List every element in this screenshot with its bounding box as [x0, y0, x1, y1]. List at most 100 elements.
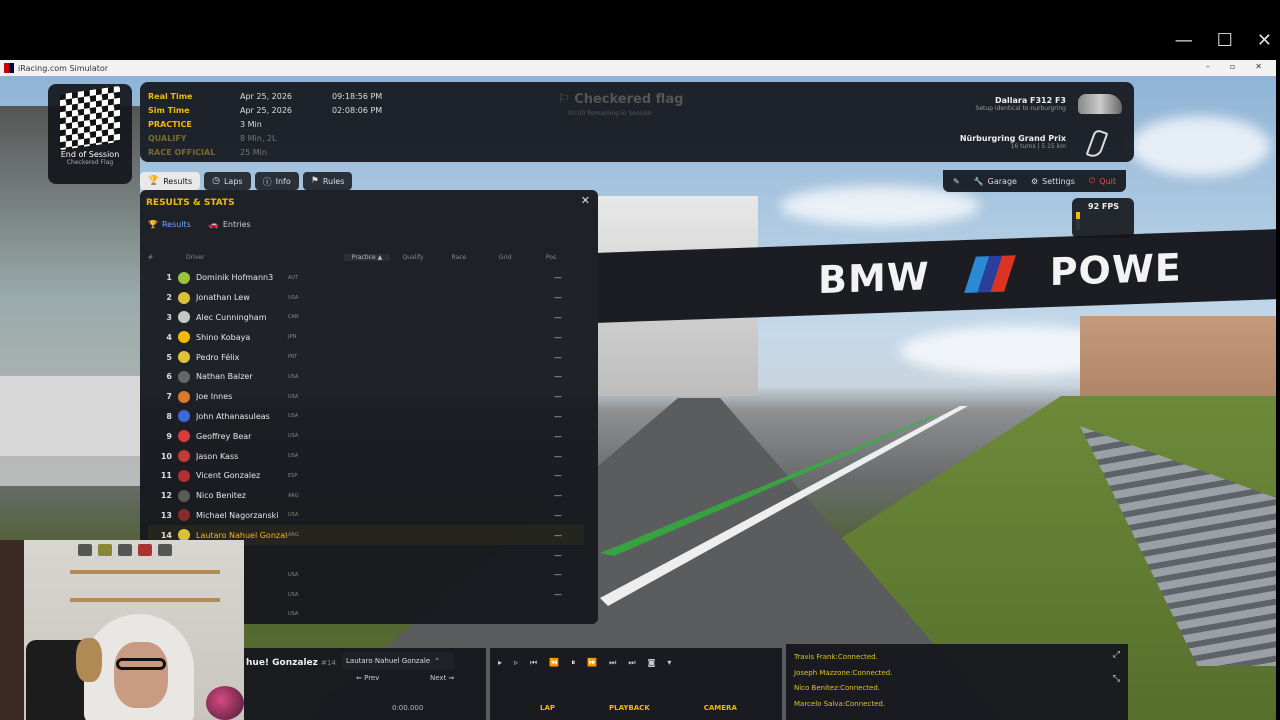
helmet-icon	[178, 311, 190, 324]
tab-entries[interactable]: 🚗 Entries	[209, 220, 251, 229]
table-row[interactable]: 9 Geoffrey Bear USA —	[148, 426, 584, 446]
pause-icon[interactable]: ⏸	[571, 658, 575, 668]
label-lap[interactable]: LAP	[540, 704, 555, 712]
slow-icon[interactable]: ▸	[498, 658, 502, 668]
row-country: PRT	[288, 354, 298, 361]
tab-info[interactable]: ⓘ Info	[254, 172, 299, 190]
table-row[interactable]: 6 Nathan Balzer USA —	[148, 367, 584, 387]
skip-start-icon[interactable]: ⏮	[530, 658, 537, 668]
hud-tabs: 🏆 Results ◷ Laps ⓘ Info ⚑ Rules	[140, 172, 353, 192]
trophy-icon: 🏆	[148, 220, 158, 229]
settings-button[interactable]: ⚙ Settings	[1031, 177, 1075, 186]
session-date: Apr 25, 2026	[240, 92, 293, 101]
playback-buttons: ▸ ▹ ⏮ ⏪ ⏸ ⏩ ⏭ ⏭ ◙ ▾	[498, 658, 671, 668]
table-row[interactable]: 2 Jonathan Lew USA —	[148, 288, 584, 308]
table-row[interactable]: 13 Michael Nagorzanski USA —	[148, 506, 584, 526]
screen: — ☐ ✕ iRacing.com Simulator – ▫ ✕ BMW PO…	[0, 0, 1280, 720]
helmet-icon	[178, 410, 190, 423]
face	[114, 642, 168, 708]
table-row[interactable]: 10 Jason Kass USA —	[148, 446, 584, 466]
col-race[interactable]: Race	[436, 254, 482, 261]
collapse-icon[interactable]: ⤡	[1113, 674, 1120, 684]
prev-button[interactable]: ⇐ Prev	[356, 674, 379, 682]
track-details: 16 turns | 5.15 km	[1010, 143, 1066, 150]
row-driver-name: Lautaro Nahuel Gonzalez	[196, 530, 288, 540]
app-maximize-icon[interactable]: ▫	[1230, 62, 1235, 71]
row-driver-name: Dominik Hofmann3	[196, 273, 274, 283]
car-info[interactable]: Dallara F312 F3 Setup identical to nurbu…	[976, 96, 1066, 112]
quit-button[interactable]: ⏻ Quit	[1089, 176, 1116, 186]
row-value: —	[554, 451, 562, 461]
row-country: USA	[288, 393, 299, 400]
close-icon[interactable]: ✕	[581, 194, 590, 207]
results-tabs: 🏆 Results 🚗 Entries	[148, 220, 251, 229]
driver-select[interactable]: Lautaro Nahuel Gonzale ⌃	[342, 652, 454, 670]
row-position: 9	[166, 431, 172, 441]
track-info[interactable]: Nürburgring Grand Prix 16 turns | 5.15 k…	[960, 134, 1066, 150]
playback-time: 0:00.000	[392, 704, 424, 712]
row-country: ARG	[288, 532, 299, 539]
fast-forward-icon[interactable]: ⏩	[587, 658, 597, 668]
session-rows: Real Time Apr 25, 2026 09:18:56 PM Sim Time…	[148, 90, 382, 160]
trophy-icon: 🏆	[148, 176, 160, 186]
col-num[interactable]: #	[148, 254, 186, 261]
camera-icon[interactable]: ◙	[648, 658, 656, 668]
table-row[interactable]: 1 Dominik Hofmann3 AUT —	[148, 268, 584, 288]
row-value: —	[554, 372, 562, 382]
skip-next-icon[interactable]: ⏭	[609, 658, 616, 668]
row-driver-name: Vicent Gonzalez	[196, 471, 261, 481]
table-row[interactable]: 5 Pedro Félix PRT —	[148, 347, 584, 367]
row-country: USA	[288, 571, 299, 578]
chevron-down-icon[interactable]: ▾	[667, 658, 671, 668]
label-camera[interactable]: CAMERA	[704, 704, 737, 712]
col-pos[interactable]: Pos	[528, 254, 574, 261]
session-info-bar: Real Time Apr 25, 2026 09:18:56 PM Sim Time…	[140, 82, 1134, 162]
helmet-icon	[178, 430, 190, 443]
clock-icon: ◷	[212, 176, 220, 186]
rewind-icon[interactable]: ⏪	[549, 658, 559, 668]
table-row[interactable]: 3 Alec Cunningham CAN —	[148, 308, 584, 328]
skip-end-icon[interactable]: ⏭	[628, 658, 635, 668]
row-value: —	[554, 530, 562, 540]
row-country: ESP	[288, 472, 298, 479]
row-driver-name: Shino Kobaya	[196, 332, 251, 342]
col-practice[interactable]: Practice ▲	[344, 253, 390, 261]
app-minimize-icon[interactable]: –	[1206, 62, 1210, 71]
next-button[interactable]: Next ⇒	[430, 674, 454, 682]
row-country: AUT	[288, 274, 299, 281]
minimize-icon[interactable]: —	[1175, 30, 1193, 51]
table-row[interactable]: 7 Joe Innes USA —	[148, 387, 584, 407]
col-grid[interactable]: Grid	[482, 254, 528, 261]
row-position: 7	[166, 392, 172, 402]
table-row[interactable]: 8 John Athanasuleas USA —	[148, 407, 584, 427]
tab-rules[interactable]: ⚑ Rules	[302, 172, 353, 190]
shelf-item	[78, 544, 92, 556]
table-row[interactable]: 4 Shino Kobaya JPN —	[148, 327, 584, 347]
close-icon[interactable]: ✕	[1257, 30, 1272, 51]
background-door	[0, 540, 24, 720]
session-key: QUALIFY	[148, 134, 187, 143]
row-position: 10	[160, 451, 172, 461]
results-header: # Driver Practice ▲ Qualify Race Grid Po…	[148, 248, 584, 266]
row-value: —	[554, 550, 562, 560]
tab-results[interactable]: 🏆 Results	[140, 172, 201, 190]
app-close-icon[interactable]: ✕	[1255, 62, 1262, 71]
label-playback[interactable]: PLAYBACK	[609, 704, 650, 712]
col-driver[interactable]: Driver	[186, 254, 344, 261]
edit-button[interactable]: ✎	[953, 177, 960, 186]
tab-laps[interactable]: ◷ Laps	[204, 172, 251, 190]
row-value: —	[554, 392, 562, 402]
maximize-icon[interactable]: ☐	[1217, 30, 1233, 51]
tab-results-sub[interactable]: 🏆 Results	[148, 220, 195, 229]
row-country: USA	[288, 294, 299, 301]
row-country: USA	[288, 413, 299, 420]
expand-icon[interactable]: ⤢	[1113, 650, 1120, 660]
table-row[interactable]: 12 Nico Benitez ARG —	[148, 486, 584, 506]
garage-button[interactable]: 🔧 Garage	[974, 177, 1017, 186]
car-setup: Setup identical to nurburgring	[975, 105, 1066, 112]
step-icon[interactable]: ▹	[514, 658, 518, 668]
col-qualify[interactable]: Qualify	[390, 254, 436, 261]
wrench-icon: 🔧	[973, 176, 984, 186]
table-row[interactable]: 11 Vicent Gonzalez ESP —	[148, 466, 584, 486]
session-date: Apr 25, 2026	[240, 106, 293, 115]
